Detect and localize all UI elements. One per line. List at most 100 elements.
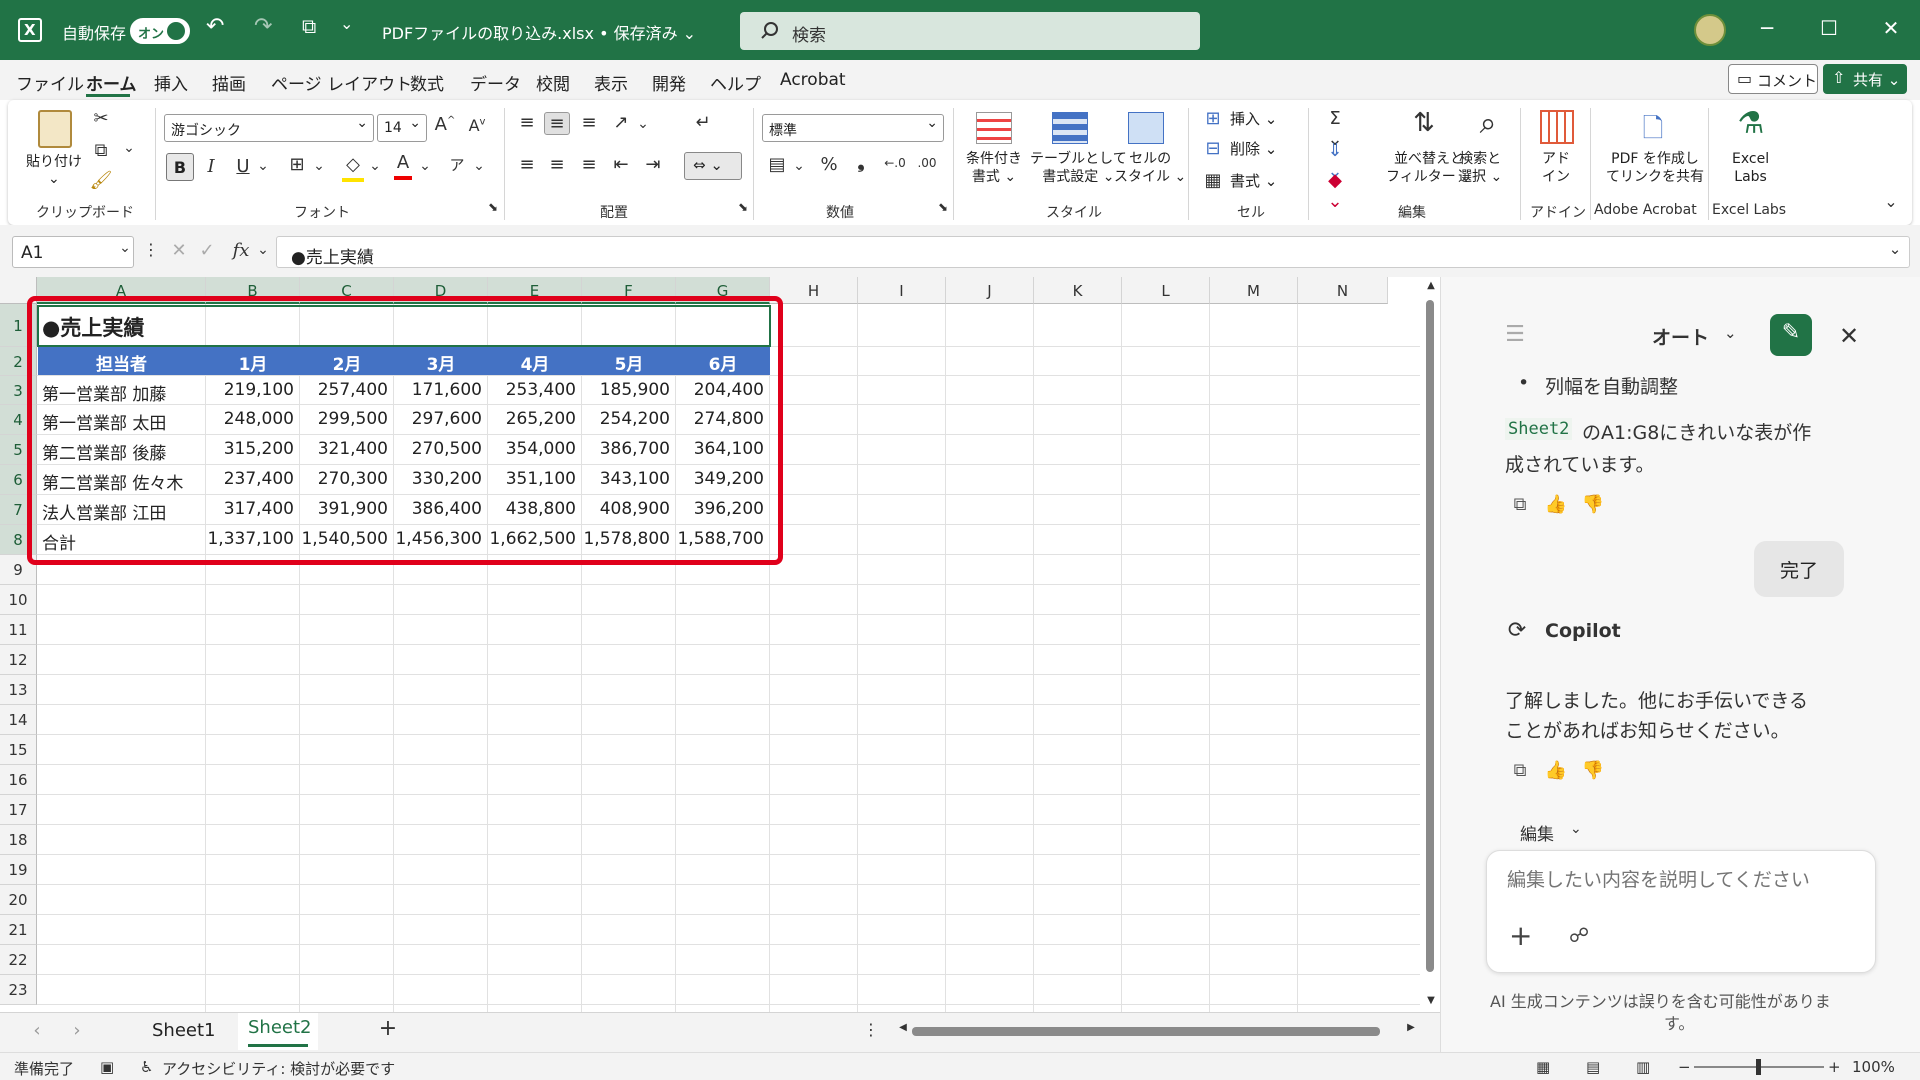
comma-style-icon[interactable]: ❟ [848, 152, 874, 173]
thumbs-up-icon[interactable]: 👍 [1543, 494, 1569, 515]
row-header-19[interactable]: 19 [0, 855, 37, 885]
row-header-17[interactable]: 17 [0, 795, 37, 825]
macro-record-icon[interactable]: ▣ [100, 1058, 114, 1076]
page-break-view-icon[interactable]: ▥ [1636, 1058, 1650, 1076]
row-header-20[interactable]: 20 [0, 885, 37, 915]
thumbs-down-icon[interactable]: 👎 [1580, 760, 1606, 781]
accessibility-status[interactable]: アクセシビリティ: 検討が必要です [162, 1058, 395, 1079]
tab-data[interactable]: データ [470, 70, 521, 95]
paste-dropdown-icon[interactable]: ⌄ [48, 170, 60, 188]
maximize-icon[interactable]: ☐ [1814, 16, 1844, 40]
insert-cells-icon[interactable]: ⊞ [1200, 108, 1226, 129]
font-color-dropdown-icon[interactable]: ⌄ [412, 158, 438, 174]
row-header-13[interactable]: 13 [0, 675, 37, 705]
paste-icon[interactable] [38, 110, 72, 148]
delete-cells-button[interactable]: 削除 ⌄ [1230, 140, 1277, 158]
row-header-12[interactable]: 12 [0, 645, 37, 675]
prev-sheet-icon[interactable]: ‹ [24, 1020, 50, 1041]
excel-labs-icon[interactable]: ⚗ [1734, 106, 1768, 141]
column-header-n[interactable]: N [1298, 277, 1388, 304]
column-header-h[interactable]: H [770, 277, 858, 304]
font-size-select[interactable]: 14 [377, 114, 427, 142]
pdf-create-icon[interactable]: 🗋 [1636, 110, 1670, 154]
italic-button[interactable]: I [198, 156, 224, 177]
find-select-button[interactable]: 検索と 選択 ⌄ [1458, 150, 1502, 186]
user-avatar[interactable] [1694, 14, 1726, 46]
increase-indent-icon[interactable]: ⇥ [640, 154, 666, 175]
tab-developer[interactable]: 開発 [652, 70, 686, 95]
comment-button[interactable]: ▭ コメント [1728, 64, 1818, 94]
screenshot-icon[interactable]: ⧉ [302, 14, 316, 38]
vertical-scroll-thumb[interactable] [1426, 300, 1434, 972]
pdf-create-button[interactable]: PDF を作成し てリンクを共有 [1606, 150, 1704, 186]
thumbs-up-icon[interactable]: 👍 [1543, 760, 1569, 781]
increase-decimal-icon[interactable]: ←.0 [882, 156, 908, 170]
format-as-table-button[interactable]: テーブルとして 書式設定 ⌄ [1030, 150, 1127, 186]
copy-icon[interactable]: ⧉ [1507, 760, 1533, 781]
addins-button[interactable]: アド イン [1542, 150, 1570, 186]
tab-home[interactable]: ホーム [86, 70, 137, 95]
decrease-indent-icon[interactable]: ⇤ [608, 154, 634, 175]
horizontal-scroll-thumb[interactable] [912, 1027, 1380, 1036]
sheet-tab-sheet1[interactable]: Sheet1 [152, 1020, 216, 1041]
format-painter-icon[interactable]: 🖌 [88, 170, 114, 191]
font-dialog-launcher-icon[interactable]: ⬊ [480, 200, 506, 214]
scroll-right-icon[interactable]: ▶ [1398, 1022, 1424, 1033]
conditional-format-icon[interactable] [976, 112, 1012, 144]
tab-formulas[interactable]: 数式 [410, 70, 444, 95]
zoom-level[interactable]: 100% [1852, 1058, 1895, 1076]
number-format-select[interactable]: 標準 [762, 114, 944, 142]
edit-mode-dropdown-icon[interactable]: ⌄ [1570, 821, 1582, 837]
copy-dropdown-icon[interactable]: ⌄ [116, 140, 142, 156]
addins-icon[interactable] [1540, 110, 1574, 144]
minimize-icon[interactable]: ─ [1752, 16, 1782, 40]
search-box[interactable]: 検索 [740, 12, 1200, 50]
format-as-table-icon[interactable] [1052, 112, 1088, 144]
redo-icon[interactable]: ↷ [254, 14, 272, 39]
sheet-options-icon[interactable]: ⋮ [858, 1020, 884, 1039]
sheet-tab-sheet2[interactable]: Sheet2 [248, 1017, 312, 1038]
align-bottom-icon[interactable]: ≡ [576, 112, 602, 133]
page-layout-view-icon[interactable]: ▤ [1586, 1058, 1600, 1076]
thumbs-down-icon[interactable]: 👎 [1580, 494, 1606, 515]
cell-styles-icon[interactable] [1128, 112, 1164, 144]
conditional-format-button[interactable]: 条件付き 書式 ⌄ [966, 150, 1022, 186]
excel-labs-button[interactable]: Excel Labs [1732, 150, 1769, 186]
accessibility-icon[interactable]: ♿ [140, 1058, 153, 1076]
cancel-entry-icon[interactable]: ✕ [166, 240, 192, 261]
row-header-23[interactable]: 23 [0, 975, 37, 1005]
fill-dropdown-icon[interactable]: ⌄ [362, 158, 388, 174]
history-menu-icon[interactable]: ☰ [1502, 322, 1528, 347]
edit-mode-select[interactable]: 編集 [1520, 820, 1554, 845]
more-options-icon[interactable]: ⋮ [138, 240, 164, 259]
format-cells-icon[interactable]: ▦ [1200, 170, 1226, 191]
ribbon-expand-icon[interactable]: ⌄ [1878, 192, 1904, 211]
add-icon[interactable]: + [1509, 919, 1532, 952]
borders-dropdown-icon[interactable]: ⌄ [306, 158, 332, 174]
zoom-in-icon[interactable]: + [1828, 1058, 1841, 1076]
formula-expand-icon[interactable]: ⌄ [1882, 240, 1908, 258]
column-header-i[interactable]: I [858, 277, 946, 304]
percent-style-button[interactable]: % [816, 154, 842, 175]
tab-help[interactable]: ヘルプ [710, 70, 761, 95]
copilot-mode-select[interactable]: オート [1652, 323, 1709, 350]
tab-acrobat[interactable]: Acrobat [780, 70, 846, 90]
column-header-m[interactable]: M [1210, 277, 1298, 304]
add-sheet-icon[interactable]: + [375, 1016, 401, 1041]
paste-button[interactable]: 貼り付け [26, 153, 82, 171]
decrease-font-icon[interactable]: Av [464, 116, 490, 135]
orientation-dropdown-icon[interactable]: ⌄ [630, 116, 656, 132]
column-header-j[interactable]: J [946, 277, 1034, 304]
close-icon[interactable]: ✕ [1876, 16, 1906, 40]
row-header-11[interactable]: 11 [0, 615, 37, 645]
tab-view[interactable]: 表示 [594, 70, 628, 95]
file-title[interactable]: PDFファイルの取り込み.xlsx • 保存済み ⌄ [382, 20, 696, 44]
zoom-slider-thumb[interactable] [1756, 1059, 1761, 1075]
tab-page-layout[interactable]: ページ レイアウト [271, 70, 412, 95]
insert-function-dropdown-icon[interactable]: ⌄ [250, 242, 276, 258]
row-header-18[interactable]: 18 [0, 825, 37, 855]
phonetic-dropdown-icon[interactable]: ⌄ [466, 158, 492, 174]
cut-icon[interactable]: ✂ [88, 108, 114, 129]
confirm-entry-icon[interactable]: ✓ [194, 240, 220, 261]
bold-button[interactable]: B [166, 153, 194, 181]
